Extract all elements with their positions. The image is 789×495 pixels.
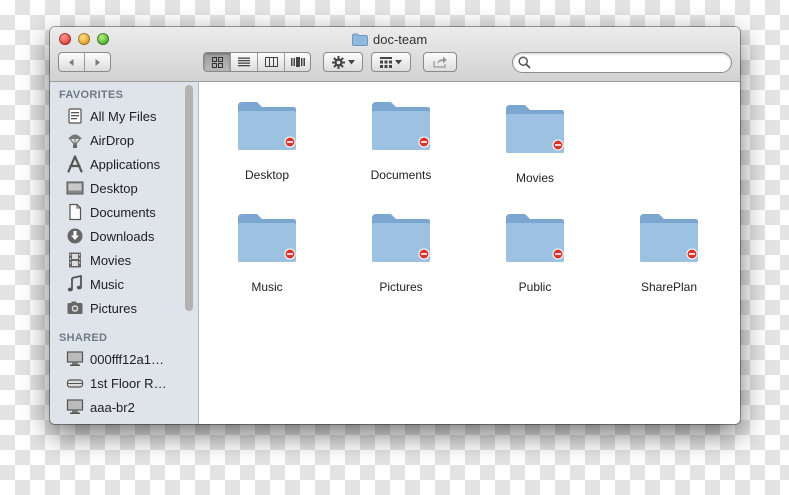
folder-item[interactable]: Desktop <box>217 98 317 198</box>
folder-label: Documents <box>370 168 432 182</box>
sidebar-item-label: Desktop <box>90 180 138 196</box>
sidebar-item-label: Movies <box>90 252 132 268</box>
column-view-icon <box>264 57 278 67</box>
sidebar-item-label: Downloads <box>90 228 155 244</box>
search-input[interactable] <box>535 54 729 72</box>
downloads-icon <box>67 228 83 244</box>
sidebar-item-label: All My Files <box>90 108 157 124</box>
search-icon <box>518 56 531 69</box>
window-title-text: doc-team <box>373 31 428 47</box>
folder-icon <box>372 102 430 150</box>
column-view-button[interactable] <box>258 53 285 71</box>
close-window-button[interactable] <box>59 33 71 45</box>
icon-view-icon <box>211 56 223 68</box>
folder-icon <box>238 214 296 262</box>
sidebar-item-label: aaa-br2 <box>90 399 135 415</box>
minimize-window-button[interactable] <box>78 33 90 45</box>
folder-label: SharePlan <box>640 280 698 294</box>
title-bar: doc-team <box>50 27 740 82</box>
pictures-icon <box>67 301 83 314</box>
folder-item[interactable]: SharePlan <box>619 210 719 310</box>
movies-icon <box>69 252 81 268</box>
gear-icon <box>331 55 345 69</box>
folder-icon <box>238 102 296 150</box>
all-files-icon <box>68 108 82 124</box>
chevron-left-icon <box>69 58 74 66</box>
sidebar-item-documents[interactable]: Documents <box>66 201 156 223</box>
chevron-right-icon <box>95 58 100 66</box>
folder-icon <box>640 214 698 262</box>
sidebar-item-desktop[interactable]: Desktop <box>66 177 138 199</box>
sidebar-item-airdrop[interactable]: AirDrop <box>66 129 134 151</box>
sidebar-item-movies[interactable]: Movies <box>66 249 131 271</box>
back-button[interactable] <box>59 53 85 71</box>
sidebar-item-music[interactable]: Music <box>66 273 124 295</box>
applications-icon <box>67 155 83 173</box>
history-navigation <box>58 52 111 72</box>
sidebar-item-pictures[interactable]: Pictures <box>66 297 137 319</box>
monitor-icon <box>66 351 84 366</box>
arrange-menu-button[interactable] <box>371 52 411 72</box>
share-icon <box>432 56 447 68</box>
monitor-icon <box>66 399 84 414</box>
folder-item[interactable]: Public <box>485 210 585 310</box>
folder-item[interactable]: Pictures <box>351 210 451 310</box>
share-button[interactable] <box>423 52 457 72</box>
sidebar-item-shared-computer[interactable]: 000fff12a1… <box>66 348 164 370</box>
search-field[interactable] <box>512 52 732 73</box>
sidebar-item-label: Pictures <box>90 300 137 316</box>
folder-label: Public <box>518 280 552 294</box>
sidebar-item-label: Documents <box>90 204 156 220</box>
folder-item[interactable]: Movies <box>485 101 585 201</box>
list-view-icon <box>238 57 250 67</box>
view-mode-control <box>203 52 311 72</box>
desktop-icon <box>66 181 84 195</box>
dropdown-arrow-icon <box>347 59 355 64</box>
folder-icon <box>506 105 564 153</box>
folder-icon <box>352 33 368 46</box>
folder-label: Pictures <box>379 280 423 294</box>
favorites-header: FAVORITES <box>59 89 124 101</box>
forward-button[interactable] <box>85 53 110 71</box>
arrange-grid-icon <box>380 56 392 68</box>
file-grid: Desktop Documents Movies Music Pictures … <box>199 82 740 424</box>
music-icon <box>67 275 82 292</box>
sidebar-item-label: Music <box>90 276 124 292</box>
finder-window: doc-team FAVORITES All My Files AirDrop … <box>50 27 740 424</box>
sidebar-item-all-my-files[interactable]: All My Files <box>66 105 156 127</box>
dropdown-arrow-icon <box>395 59 402 64</box>
folder-icon <box>506 214 564 262</box>
sidebar: FAVORITES All My Files AirDrop Applicati… <box>50 82 199 424</box>
zoom-window-button[interactable] <box>97 33 109 45</box>
folder-label: Music <box>251 280 283 294</box>
cover-flow-view-button[interactable] <box>285 53 310 71</box>
folder-item[interactable]: Documents <box>351 98 451 198</box>
sidebar-scrollbar[interactable] <box>185 85 193 311</box>
folder-label: Movies <box>515 171 554 185</box>
shared-header: SHARED <box>59 332 108 344</box>
drive-icon <box>66 379 84 388</box>
window-title: doc-team <box>352 31 427 47</box>
sidebar-item-applications[interactable]: Applications <box>66 153 160 175</box>
icon-view-button[interactable] <box>204 53 231 71</box>
sidebar-item-label: Applications <box>90 156 161 172</box>
folder-label: Desktop <box>244 168 290 182</box>
documents-icon <box>69 203 82 221</box>
folder-icon <box>372 214 430 262</box>
sidebar-item-downloads[interactable]: Downloads <box>66 225 154 247</box>
sidebar-item-shared-computer[interactable]: aaa-br2 <box>66 396 135 418</box>
action-menu-button[interactable] <box>323 52 363 72</box>
folder-item[interactable]: Music <box>217 210 317 310</box>
sidebar-item-label: AirDrop <box>90 132 135 148</box>
airdrop-icon <box>68 134 82 148</box>
cover-flow-icon <box>290 57 305 67</box>
sidebar-item-shared-drive[interactable]: 1st Floor R… <box>66 372 167 394</box>
list-view-button[interactable] <box>231 53 258 71</box>
sidebar-item-label: 1st Floor R… <box>90 375 167 391</box>
sidebar-item-label: 000fff12a1… <box>90 351 164 367</box>
